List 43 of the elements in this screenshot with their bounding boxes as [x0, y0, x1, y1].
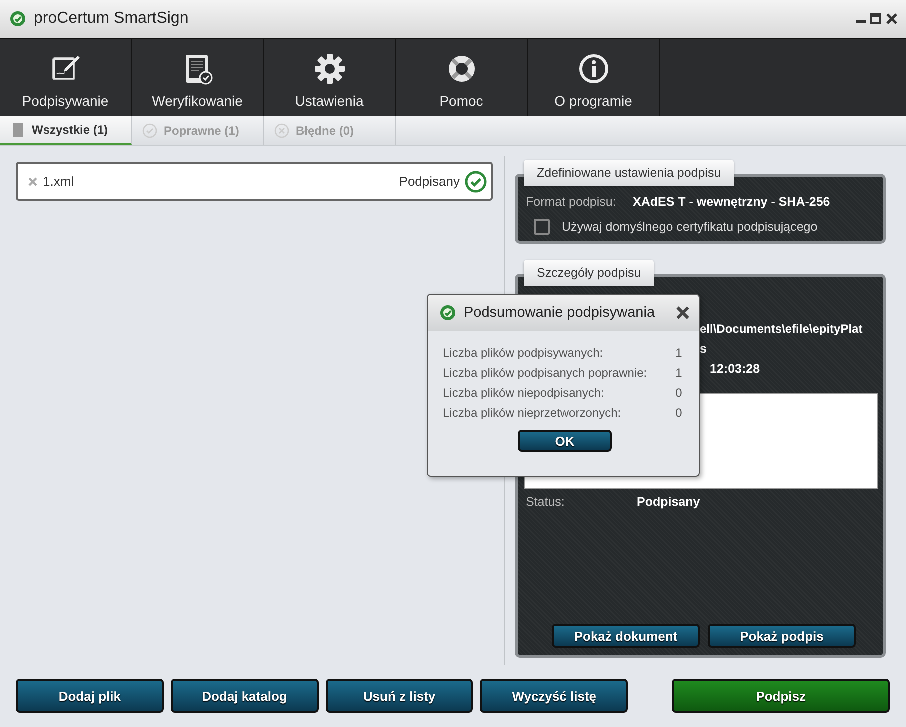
- summary-value: 1: [674, 345, 684, 361]
- ok-button[interactable]: OK: [518, 430, 612, 452]
- app-logo-icon: [440, 305, 456, 321]
- file-item[interactable]: 1.xml Podpisany: [16, 162, 493, 201]
- summary-value: 1: [674, 365, 684, 381]
- panel-button[interactable]: Pokaż dokument: [552, 624, 700, 648]
- tab[interactable]: Wszystkie (1): [0, 116, 132, 145]
- remove-icon: [28, 176, 38, 186]
- gear-icon: [314, 52, 346, 84]
- field-value: s: [700, 341, 707, 358]
- summary-label: Liczba plików niepodpisanych:: [443, 385, 606, 401]
- action-button[interactable]: Podpisz: [672, 679, 890, 713]
- close-icon: [886, 13, 898, 25]
- summary-label: Liczba plików podpisywanych:: [443, 345, 604, 361]
- action-button[interactable]: Dodaj katalog: [170, 679, 319, 713]
- field-value: Podpisany: [637, 495, 700, 509]
- minimize-icon: [856, 20, 866, 23]
- page-icon: [10, 122, 26, 138]
- app-logo-icon: [10, 11, 26, 27]
- checkbox-label: Używaj domyślnego certyfikatu podpisującego: [562, 220, 818, 234]
- summary-value: 0: [674, 385, 684, 401]
- panel-title: Szczegóły podpisu: [524, 260, 654, 286]
- field-label: Format podpisu:: [526, 195, 618, 209]
- panel-button[interactable]: Pokaż podpis: [708, 624, 856, 648]
- dialog-title: Podsumowanie podpisywania: [464, 305, 656, 321]
- maximize-icon: [870, 13, 882, 25]
- summary-value: 0: [674, 405, 684, 421]
- info-icon: [578, 52, 610, 84]
- field-value: XAdES T - wewnętrzny - SHA-256: [633, 195, 830, 209]
- action-button[interactable]: Dodaj plik: [16, 679, 164, 713]
- field-value: 12:03:28: [710, 361, 760, 378]
- checkbox[interactable]: [534, 219, 550, 235]
- action-button[interactable]: Wyczyść listę: [480, 679, 628, 713]
- field-value: ell\Documents\efile\epityPlat: [700, 321, 863, 338]
- close-icon[interactable]: [676, 306, 690, 320]
- x-circle-icon: [274, 122, 290, 138]
- summary-label: Liczba plików podpisanych poprawnie:: [443, 365, 648, 381]
- action-button[interactable]: Usuń z listy: [326, 679, 474, 713]
- window-title: proCertum SmartSign: [34, 10, 190, 28]
- field-label: Status:: [526, 495, 566, 509]
- summary-label: Liczba plików nieprzetworzonych:: [443, 405, 622, 421]
- panel-title: Zdefiniowane ustawienia podpisu: [524, 160, 734, 186]
- check-circle-icon: [142, 122, 158, 138]
